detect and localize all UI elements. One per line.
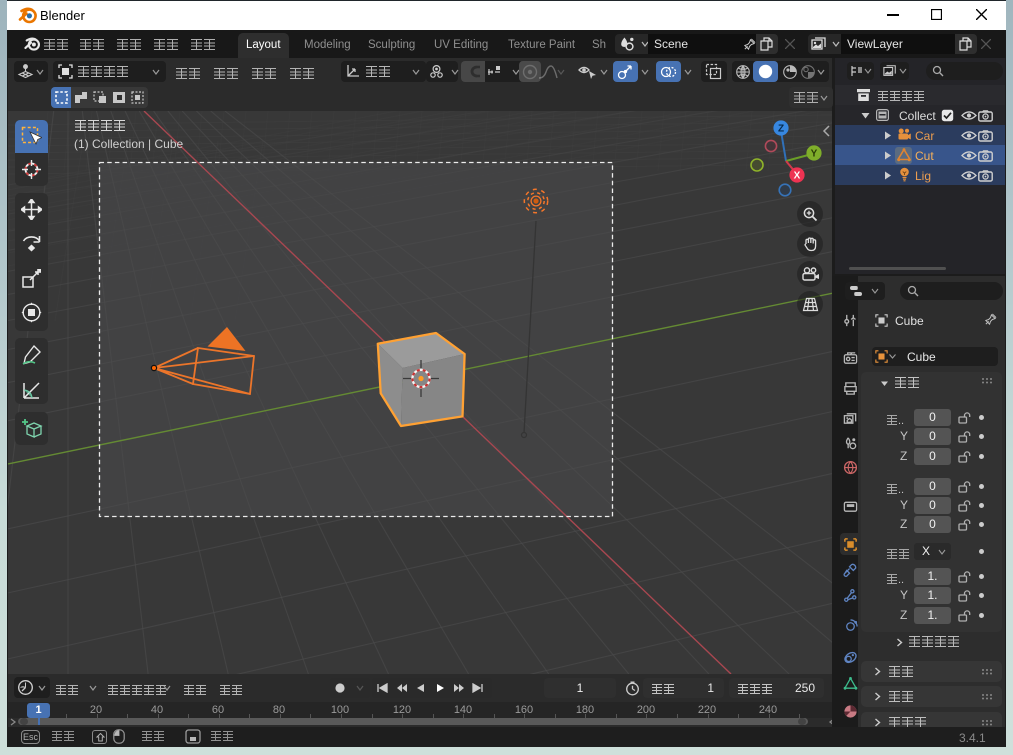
svg-text:X: X: [794, 171, 801, 182]
svg-text:Y: Y: [811, 149, 818, 160]
svg-text:Z: Z: [778, 124, 784, 135]
